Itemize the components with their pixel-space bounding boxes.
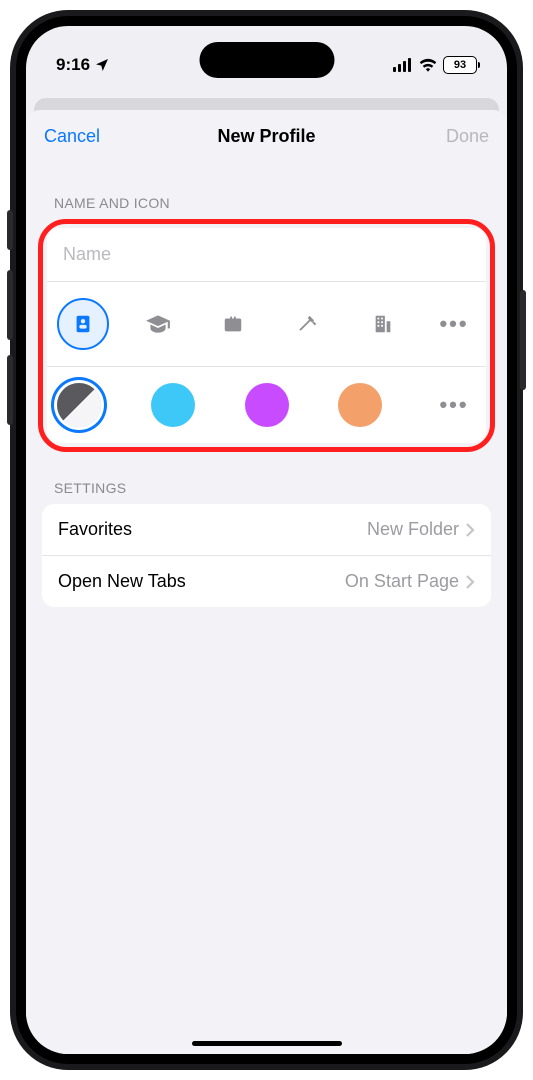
color-more-button[interactable]: ••• [432, 392, 476, 418]
icon-option-building[interactable] [357, 298, 409, 350]
settings-header: SETTINGS [26, 452, 507, 504]
color-option-gray[interactable] [57, 383, 101, 427]
chevron-right-icon [465, 522, 475, 538]
open-new-tabs-value: On Start Page [345, 571, 459, 592]
open-new-tabs-label: Open New Tabs [58, 571, 186, 592]
briefcase-icon [222, 313, 244, 335]
settings-card: Favorites New Folder Open New Tabs On St… [42, 504, 491, 607]
icon-option-briefcase[interactable] [207, 298, 259, 350]
home-indicator[interactable] [192, 1041, 342, 1046]
name-row[interactable] [47, 228, 486, 282]
battery-level: 93 [454, 59, 466, 71]
wifi-icon [419, 58, 437, 72]
favorites-row[interactable]: Favorites New Folder [42, 504, 491, 556]
chevron-right-icon [465, 574, 475, 590]
favorites-value: New Folder [367, 519, 459, 540]
id-card-icon [72, 313, 94, 335]
favorites-label: Favorites [58, 519, 132, 540]
cancel-button[interactable]: Cancel [44, 126, 100, 147]
cellular-signal-icon [393, 58, 413, 72]
hammer-icon [297, 313, 319, 335]
profile-name-input[interactable] [63, 228, 470, 281]
icon-picker-row: ••• [47, 282, 486, 367]
name-icon-card: ••• ••• [47, 228, 486, 443]
icon-more-button[interactable]: ••• [432, 311, 476, 337]
new-profile-modal: Cancel New Profile Done NAME AND ICON [26, 110, 507, 1054]
dynamic-island [199, 42, 334, 78]
done-button[interactable]: Done [446, 126, 489, 147]
open-new-tabs-row[interactable]: Open New Tabs On Start Page [42, 556, 491, 607]
annotation-highlight: ••• ••• [38, 219, 495, 452]
building-icon [372, 313, 394, 335]
color-option-cyan[interactable] [151, 383, 195, 427]
icon-option-graduation[interactable] [132, 298, 184, 350]
icon-option-hammer[interactable] [282, 298, 334, 350]
color-option-orange[interactable] [338, 383, 382, 427]
color-option-purple[interactable] [245, 383, 289, 427]
location-arrow-icon [94, 57, 110, 73]
status-time: 9:16 [56, 55, 90, 75]
modal-nav: Cancel New Profile Done [26, 110, 507, 159]
battery-indicator: 93 [443, 56, 477, 74]
name-icon-header: NAME AND ICON [26, 159, 507, 219]
graduation-cap-icon [145, 313, 171, 335]
icon-option-id-card[interactable] [57, 298, 109, 350]
color-picker-row: ••• [47, 367, 486, 443]
